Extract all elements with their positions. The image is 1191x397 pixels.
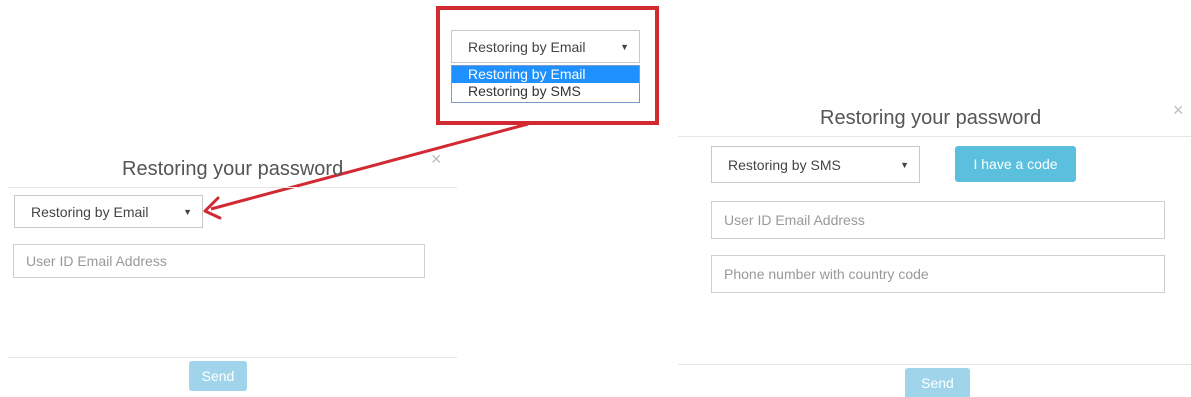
- left-dialog-header-divider: [8, 187, 457, 188]
- phone-number-input[interactable]: Phone number with country code: [711, 255, 1165, 293]
- callout-method-select[interactable]: Restoring by Email ▼: [451, 30, 640, 63]
- left-select-value: Restoring by Email: [31, 203, 149, 220]
- left-method-select[interactable]: Restoring by Email ▼: [14, 195, 203, 228]
- option-restoring-by-email[interactable]: Restoring by Email: [452, 66, 639, 83]
- right-email-input[interactable]: User ID Email Address: [711, 201, 1165, 239]
- right-dialog-title: Restoring your password: [820, 107, 1042, 129]
- caret-down-icon: ▼: [183, 206, 192, 217]
- right-method-select[interactable]: Restoring by SMS ▼: [711, 146, 920, 183]
- option-restoring-by-sms[interactable]: Restoring by SMS: [452, 83, 639, 100]
- left-dialog-title: Restoring your password: [122, 158, 344, 180]
- left-send-button[interactable]: Send: [189, 361, 247, 391]
- right-email-placeholder: User ID Email Address: [724, 212, 865, 228]
- close-icon[interactable]: ×: [1173, 100, 1184, 121]
- close-icon[interactable]: ×: [431, 149, 442, 170]
- arrow-head: [203, 196, 222, 220]
- left-dialog-footer-divider: [8, 357, 457, 358]
- callout-select-value: Restoring by Email: [468, 38, 586, 55]
- caret-down-icon: ▼: [900, 159, 909, 170]
- i-have-a-code-button[interactable]: I have a code: [955, 146, 1076, 182]
- callout-options-list: Restoring by Email Restoring by SMS: [451, 65, 640, 103]
- right-dialog-header-divider: [678, 136, 1191, 137]
- right-send-button[interactable]: Send: [905, 368, 970, 397]
- right-select-value: Restoring by SMS: [728, 156, 841, 173]
- left-email-placeholder: User ID Email Address: [26, 253, 167, 269]
- right-dialog-footer-divider: [678, 364, 1191, 365]
- phone-number-placeholder: Phone number with country code: [724, 266, 929, 282]
- caret-down-icon: ▼: [620, 41, 629, 52]
- left-email-input[interactable]: User ID Email Address: [13, 244, 425, 278]
